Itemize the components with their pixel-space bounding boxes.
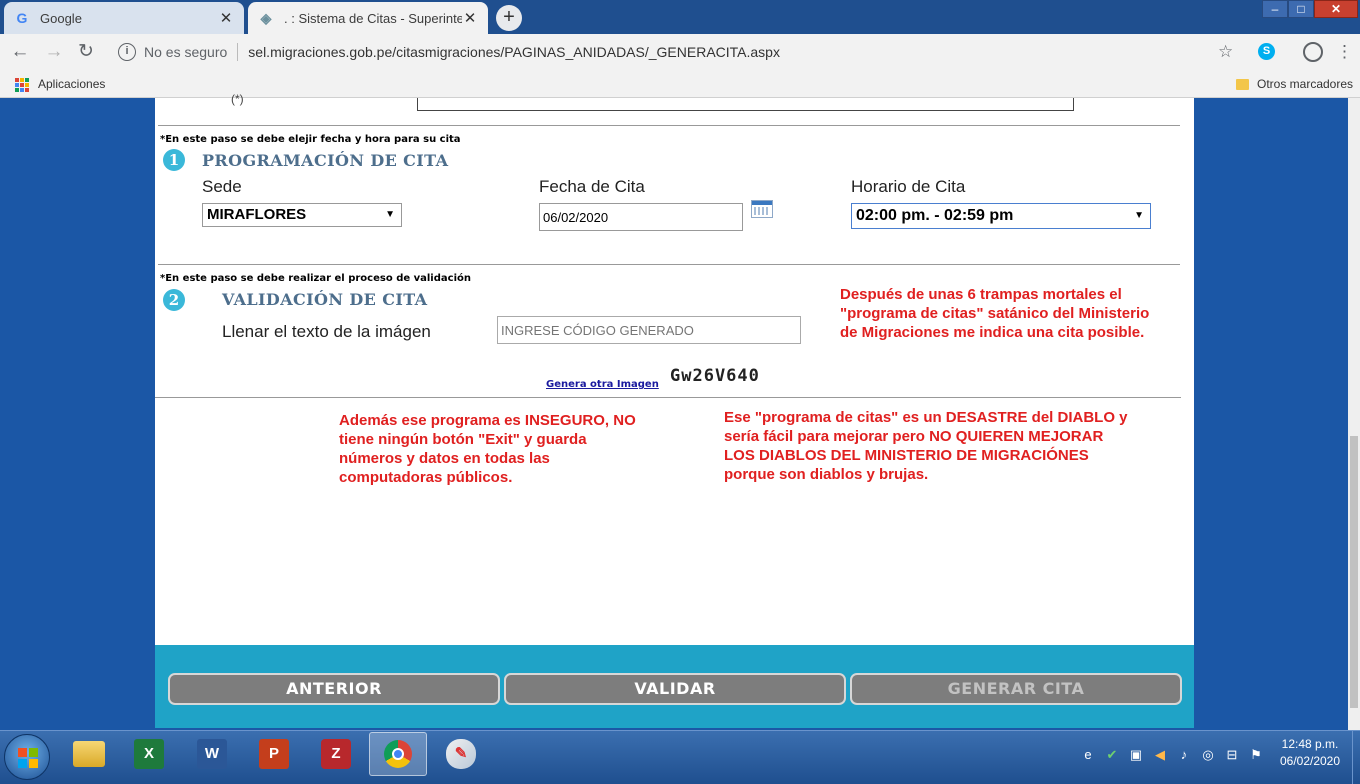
taskbar-filezilla[interactable]: Z	[307, 732, 365, 776]
powerpoint-icon: P	[259, 739, 289, 769]
volume-icon[interactable]: ♪	[1176, 747, 1192, 763]
address-bar[interactable]: i No es seguro sel.migraciones.gob.pe/ci…	[110, 38, 1250, 66]
tab-title: . : Sistema de Citas - Superintendencia	[284, 10, 462, 26]
filezilla-icon: Z	[321, 739, 351, 769]
action-footer: ANTERIOR VALIDAR GENERAR CITA	[155, 645, 1194, 728]
bookmarks-bar: Aplicaciones Otros marcadores	[0, 70, 1360, 98]
captcha-input[interactable]	[497, 316, 801, 344]
bookmark-apps[interactable]: Aplicaciones	[38, 77, 105, 91]
step1-number-icon: 1	[163, 149, 185, 171]
step2-title: VALIDACIÓN DE CITA	[222, 290, 428, 309]
cut-off-field[interactable]	[417, 98, 1074, 111]
new-tab-button[interactable]: +	[496, 5, 522, 31]
horario-label: Horario de Cita	[851, 177, 966, 196]
horario-value: 02:00 pm. - 02:59 pm	[856, 207, 1014, 224]
validar-button[interactable]: VALIDAR	[504, 673, 846, 705]
anterior-button[interactable]: ANTERIOR	[168, 673, 500, 705]
taskbar-word[interactable]: W	[183, 732, 241, 776]
tab-sistema-de-citas[interactable]: ◈ . : Sistema de Citas - Superintendenci…	[248, 2, 488, 34]
chevron-down-icon: ▼	[1134, 210, 1144, 221]
divider	[158, 264, 1180, 265]
annotation-top-right: Después de unas 6 trampas mortales el "p…	[840, 286, 1150, 341]
forward-icon[interactable]: →	[42, 40, 66, 64]
clock-time: 12:48 p.m.	[1281, 737, 1339, 751]
taskbar-excel[interactable]: X	[120, 732, 178, 776]
step1-title: PROGRAMACIÓN DE CITA	[202, 151, 449, 170]
paint-palette-icon: ✎	[446, 739, 476, 769]
tab-google[interactable]: G Google ✕	[4, 2, 244, 34]
chrome-icon	[384, 740, 412, 768]
security-label[interactable]: No es seguro	[144, 44, 227, 60]
sede-select[interactable]: MIRAFLORES ▼	[202, 203, 402, 227]
taskbar-explorer[interactable]	[60, 732, 118, 776]
windows-logo-icon	[18, 748, 38, 768]
menu-icon[interactable]: ⋮	[1336, 42, 1353, 62]
taskbar-chrome[interactable]	[369, 732, 427, 776]
site-favicon-icon: ◈	[260, 9, 272, 26]
info-icon[interactable]: i	[118, 43, 136, 61]
bookmark-star-icon[interactable]: ☆	[1218, 42, 1233, 62]
horario-select[interactable]: 02:00 pm. - 02:59 pm ▼	[851, 203, 1151, 229]
captcha-image: Gw26V640	[670, 366, 760, 386]
start-button[interactable]	[4, 734, 50, 780]
close-window-button[interactable]: ✕	[1314, 0, 1358, 18]
reload-icon[interactable]: ↻	[74, 40, 98, 64]
step2-number-icon: 2	[163, 289, 185, 311]
google-favicon-icon: G	[16, 10, 28, 26]
tab-title: Google	[40, 10, 82, 26]
url-text[interactable]: sel.migraciones.gob.pe/citasmigraciones/…	[248, 44, 780, 60]
tab-strip: G Google ✕ ◈ . : Sistema de Citas - Supe…	[0, 0, 1360, 34]
close-tab-icon[interactable]: ✕	[462, 9, 478, 27]
generar-cita-button[interactable]: GENERAR CITA	[850, 673, 1182, 705]
taskbar-clock[interactable]: 12:48 p.m. 06/02/2020	[1272, 736, 1348, 770]
action-center-flag-icon[interactable]: ⚑	[1248, 747, 1264, 763]
cut-off-marker: (*)	[231, 92, 244, 106]
show-desktop-button[interactable]	[1352, 731, 1360, 784]
bookmark-other[interactable]: Otros marcadores	[1236, 77, 1353, 91]
windows-taskbar: X W P Z ✎ e ✔ ▣ ◀ ♪ ◎ ⊟ ⚑ 12:48 p.m. 06/…	[0, 730, 1360, 784]
excel-icon: X	[134, 739, 164, 769]
chevron-down-icon: ▼	[385, 209, 395, 220]
word-icon: W	[197, 739, 227, 769]
taskbar-powerpoint[interactable]: P	[245, 732, 303, 776]
fecha-label: Fecha de Cita	[539, 177, 645, 196]
page-scrollbar[interactable]	[1348, 98, 1360, 730]
new-captcha-link[interactable]: Genera otra Imagen	[546, 379, 659, 390]
annotation-bottom-left: Además ese programa es INSEGURO, NO tien…	[339, 412, 636, 486]
browser-toolbar: ← → ↻ i No es seguro sel.migraciones.gob…	[0, 34, 1360, 70]
captcha-label: Llenar el texto de la imágen	[222, 322, 431, 341]
annotation-bottom-right: Ese "programa de citas" es un DESASTRE d…	[724, 409, 1128, 483]
back-icon[interactable]: ←	[8, 40, 32, 64]
divider	[158, 125, 1180, 126]
taskbar-paint[interactable]: ✎	[432, 732, 490, 776]
network-icon[interactable]: ⊟	[1224, 747, 1240, 763]
tray-security-icon[interactable]: ✔	[1104, 747, 1120, 763]
minimize-button[interactable]: –	[1262, 0, 1288, 18]
skype-extension-icon[interactable]: S	[1258, 43, 1275, 60]
clock-date: 06/02/2020	[1279, 754, 1341, 768]
scrollbar-thumb[interactable]	[1350, 436, 1358, 708]
sede-value: MIRAFLORES	[207, 206, 307, 223]
fecha-input[interactable]: 06/02/2020	[539, 203, 743, 231]
maximize-button[interactable]: □	[1288, 0, 1314, 18]
tray-device-icon[interactable]: ▣	[1128, 747, 1144, 763]
tray-sound-alert-icon[interactable]: ◀	[1152, 747, 1168, 763]
content-panel: (*) *En este paso se debe elejir fecha y…	[155, 92, 1194, 645]
profile-icon[interactable]	[1303, 42, 1323, 62]
tray-app-icon[interactable]: e	[1080, 747, 1096, 763]
apps-grid-icon[interactable]	[15, 78, 29, 92]
folder-icon	[1236, 78, 1249, 90]
close-tab-icon[interactable]: ✕	[218, 9, 234, 27]
tray-update-icon[interactable]: ◎	[1200, 747, 1216, 763]
divider	[155, 397, 1181, 398]
step2-note: *En este paso se debe realizar el proces…	[160, 273, 471, 284]
divider	[237, 43, 239, 61]
calendar-icon[interactable]	[751, 200, 773, 218]
folder-icon	[73, 741, 105, 767]
bookmark-other-label: Otros marcadores	[1257, 77, 1354, 91]
step1-note: *En este paso se debe elejir fecha y hor…	[160, 134, 461, 145]
sede-label: Sede	[202, 177, 242, 196]
